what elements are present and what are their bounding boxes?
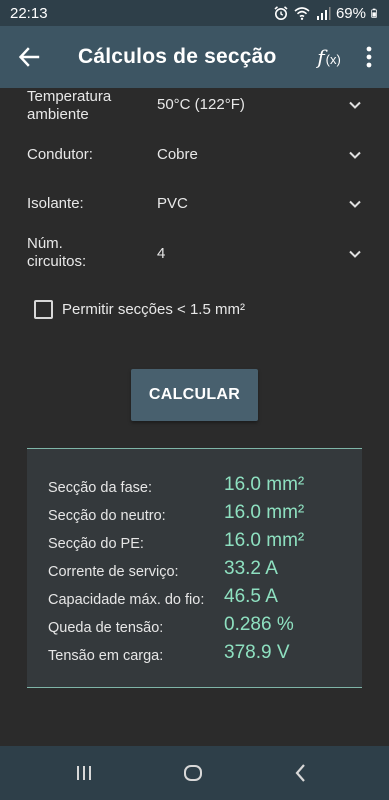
result-row: Secção do neutro: 16.0 mm² xyxy=(27,502,362,530)
allow-small-sections-label: Permitir secções < 1.5 mm² xyxy=(62,300,245,318)
pe-section-value: 16.0 mm² xyxy=(224,530,305,551)
fx-label: f xyxy=(317,45,325,69)
app-bar: Cálculos de secção f(x) xyxy=(0,26,389,88)
insulation-value: PVC xyxy=(157,195,188,212)
status-time: 22:13 xyxy=(10,4,48,22)
dropdown-circuit-count[interactable]: Núm. circuitos: 4 xyxy=(0,235,389,273)
dropdown-insulation[interactable]: Isolante: PVC xyxy=(0,191,389,217)
more-options-button[interactable] xyxy=(349,26,389,88)
chevron-down-icon xyxy=(349,200,361,208)
result-row: Secção do PE: 16.0 mm² xyxy=(27,530,362,558)
more-vertical-icon xyxy=(366,46,372,68)
load-voltage-value: 378.9 V xyxy=(224,642,290,663)
result-row: Secção da fase: 16.0 mm² xyxy=(27,474,362,502)
max-wire-capacity-value: 46.5 A xyxy=(224,586,278,607)
dropdown-ambient-temperature[interactable]: Temperatura ambiente 50°C (122°F) xyxy=(0,88,389,126)
battery-icon xyxy=(371,8,377,18)
signal-icon xyxy=(316,7,331,20)
result-row: Capacidade máx. do fio: 46.5 A xyxy=(27,586,362,614)
chevron-down-icon xyxy=(349,250,361,258)
system-nav-bar xyxy=(0,746,389,800)
home-icon[interactable] xyxy=(180,760,206,786)
voltage-drop-value: 0.286 % xyxy=(224,614,294,635)
conductor-label: Condutor: xyxy=(27,146,93,163)
results-panel: Secção da fase: 16.0 mm² Secção do neutr… xyxy=(27,448,362,688)
ambient-temperature-label: Temperatura ambiente xyxy=(27,88,112,123)
status-icons: 69% xyxy=(273,5,381,22)
allow-small-sections-checkbox[interactable] xyxy=(34,299,53,319)
max-wire-capacity-label: Capacidade máx. do fio: xyxy=(48,592,205,608)
circuit-count-label: Núm. circuitos: xyxy=(27,235,87,270)
result-row: Corrente de serviço: 33.2 A xyxy=(27,558,362,586)
battery-percent: 69% xyxy=(335,4,366,22)
fx-sub-label: (x) xyxy=(325,52,341,67)
dropdown-conductor[interactable]: Condutor: Cobre xyxy=(0,142,389,168)
allow-small-sections-checkbox-row[interactable]: Permitir secções < 1.5 mm² xyxy=(34,298,245,320)
result-row: Queda de tensão: 0.286 % xyxy=(27,614,362,642)
chevron-down-icon xyxy=(349,151,361,159)
voltage-drop-label: Queda de tensão: xyxy=(48,620,164,636)
circuit-count-value: 4 xyxy=(157,245,166,262)
ambient-temperature-value: 50°C (122°F) xyxy=(157,96,245,113)
status-bar: 22:13 69% xyxy=(0,0,389,26)
formula-button[interactable]: f(x) xyxy=(309,26,349,88)
phase-section-label: Secção da fase: xyxy=(48,480,152,496)
neutral-section-value: 16.0 mm² xyxy=(224,502,305,523)
alarm-icon xyxy=(274,6,288,20)
function-icon: f(x) xyxy=(317,45,341,69)
phase-section-value: 16.0 mm² xyxy=(224,474,305,495)
load-voltage-label: Tensão em carga: xyxy=(48,648,164,664)
insulation-label: Isolante: xyxy=(27,195,84,212)
conductor-value: Cobre xyxy=(157,146,198,163)
back-button[interactable] xyxy=(0,26,58,88)
wifi-icon xyxy=(294,7,310,20)
arrow-left-icon xyxy=(18,47,40,67)
neutral-section-label: Secção do neutro: xyxy=(48,508,166,524)
page-title: Cálculos de secção xyxy=(78,45,277,68)
pe-section-label: Secção do PE: xyxy=(48,536,144,552)
recents-icon[interactable] xyxy=(71,760,97,786)
chevron-down-icon xyxy=(349,101,361,109)
result-row: Tensão em carga: 378.9 V xyxy=(27,642,362,670)
service-current-value: 33.2 A xyxy=(224,558,278,579)
service-current-label: Corrente de serviço: xyxy=(48,564,179,580)
calculate-button[interactable]: CALCULAR xyxy=(131,369,258,421)
back-icon[interactable] xyxy=(288,760,314,786)
